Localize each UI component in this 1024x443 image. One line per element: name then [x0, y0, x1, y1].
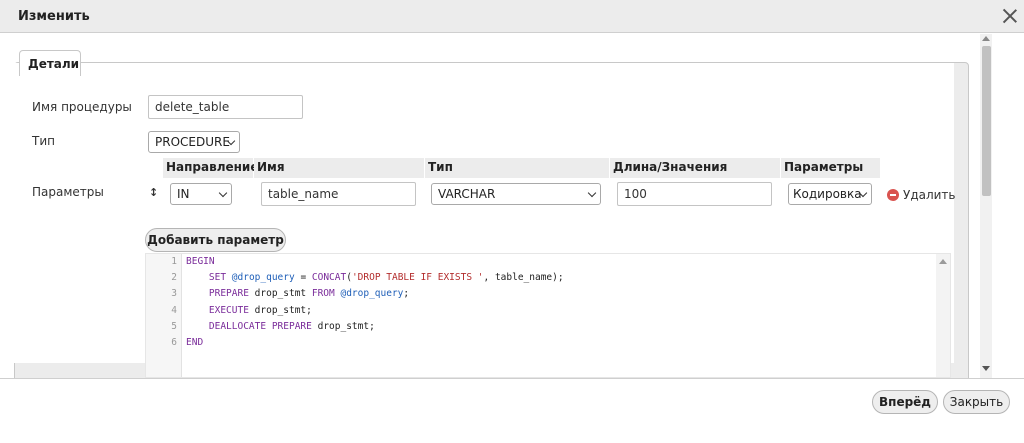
param-length-input[interactable]: 100	[617, 182, 772, 206]
type-select[interactable]: PROCEDURE	[148, 131, 240, 153]
line-number: 3	[171, 288, 177, 300]
param-direction-select[interactable]: IN	[170, 183, 232, 205]
param-options-value: Кодировка	[793, 187, 862, 201]
column-header-direction: Направление	[163, 158, 258, 178]
procedure-name-input[interactable]: delete_table	[148, 95, 303, 119]
code-line: PREPARE drop_stmt FROM @drop_query;	[208, 288, 410, 300]
line-number: 5	[171, 320, 177, 332]
line-number-gutter: 1 2 3 4 5 6	[146, 254, 182, 377]
procedure-name-label: Имя процедуры	[32, 100, 132, 114]
add-param-button[interactable]: Добавить параметр	[145, 228, 286, 252]
type-label: Тип	[32, 134, 55, 148]
scroll-up-icon[interactable]	[982, 36, 990, 41]
param-type-select[interactable]: VARCHAR	[431, 183, 601, 205]
dialog-title: Изменить	[18, 9, 90, 24]
params-label: Параметры	[32, 185, 104, 199]
column-header-options: Параметры	[781, 158, 880, 178]
close-button[interactable]: Закрыть	[943, 390, 1010, 414]
scroll-up-icon[interactable]	[939, 259, 947, 264]
minus-circle-icon[interactable]	[887, 189, 899, 201]
dialog-footer: Вперёд Закрыть	[0, 378, 1024, 443]
tab-details[interactable]: Детали	[19, 50, 81, 76]
sql-code-editor[interactable]: 1 2 3 4 5 6 BEGIN SET @drop_query = CONC…	[145, 253, 951, 378]
param-name-input[interactable]: table_name	[261, 182, 416, 206]
line-number: 2	[171, 272, 177, 284]
close-icon[interactable]	[1002, 8, 1018, 24]
line-number: 1	[171, 256, 177, 267]
forward-button[interactable]: Вперёд	[872, 390, 938, 414]
param-options-select[interactable]: Кодировка	[788, 183, 872, 205]
param-direction-value: IN	[177, 187, 190, 201]
dialog-titlebar: Изменить	[0, 0, 1024, 33]
code-line: SET @drop_query = CONCAT('DROP TABLE IF …	[208, 272, 564, 284]
column-header-name: Имя	[254, 158, 424, 178]
line-number: 4	[171, 304, 177, 316]
move-arrows-icon[interactable]: ↕	[149, 186, 158, 199]
type-select-value: PROCEDURE	[155, 135, 230, 149]
code-line: EXECUTE drop_stmt;	[208, 304, 312, 316]
code-line: DEALLOCATE PREPARE drop_stmt;	[208, 320, 375, 332]
chevron-down-icon	[587, 188, 597, 198]
chevron-down-icon	[218, 188, 228, 198]
column-header-length: Длина/Значения	[610, 158, 780, 178]
scroll-down-icon[interactable]	[982, 366, 990, 371]
code-lines[interactable]: BEGIN SET @drop_query = CONCAT('DROP TAB…	[186, 254, 936, 351]
param-type-value: VARCHAR	[438, 187, 496, 201]
editor-scrollbar[interactable]	[936, 254, 950, 377]
code-line: END	[186, 336, 204, 348]
code-line: BEGIN	[186, 256, 215, 267]
dialog-scrollbar-thumb[interactable]	[982, 46, 991, 196]
remove-param-link[interactable]: Удалить	[903, 188, 956, 202]
column-header-type: Тип	[425, 158, 609, 178]
line-number: 6	[171, 336, 177, 348]
